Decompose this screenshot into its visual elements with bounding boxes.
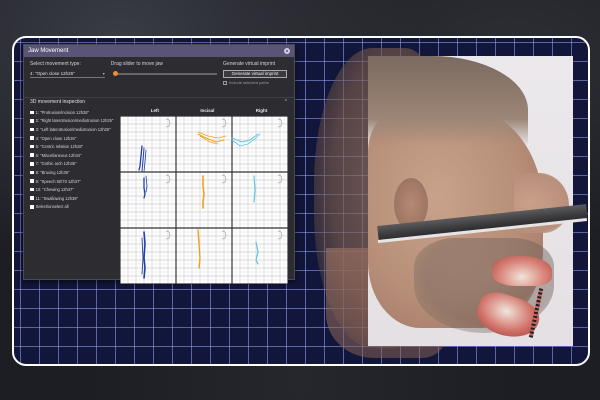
slider-label: Drag slider to move jaw: [110, 61, 164, 67]
list-item[interactable]: 9: "Speech 50/70 12h37": [30, 177, 120, 186]
movement-label: 6: "Miscellaneous 12h34": [35, 152, 82, 158]
include-paths-checkbox[interactable]: [223, 80, 228, 85]
select-all-checkbox[interactable]: [30, 205, 34, 209]
upper-teeth-model: [492, 256, 552, 286]
select-all-row[interactable]: Select/unselect all: [30, 203, 120, 212]
column-incisal: Incisal: [200, 108, 215, 113]
movement-trace: [197, 229, 201, 269]
movement-trace: [253, 175, 256, 203]
movement-label: 2: "Right laterotrusion/mediotrusion 12h…: [35, 118, 114, 124]
gear-icon[interactable]: [284, 48, 290, 54]
column-left: Left: [150, 108, 159, 113]
include-paths-row[interactable]: Include selected paths: [223, 80, 288, 85]
movement-checkbox[interactable]: [30, 196, 34, 201]
movement-type-select[interactable]: 4: "Open close 12h26" ▾: [30, 70, 105, 78]
column-right: Right: [255, 108, 268, 113]
movement-checkbox[interactable]: [30, 179, 34, 183]
list-item[interactable]: 8: "Bruxing 12h36": [30, 168, 120, 177]
list-item[interactable]: 4: "Open close 12h26": [30, 134, 120, 143]
movement-checkbox[interactable]: [30, 127, 34, 132]
list-item[interactable]: 5: "Centric relation 12h28": [30, 142, 120, 151]
movement-label: 3: "Left laterotrusion/mediotrusion 12h2…: [35, 126, 111, 132]
trace-plot-grid[interactable]: [120, 116, 288, 284]
movement-label: 11: "Swallowing 12h39": [35, 195, 79, 201]
movement-label: 4: "Open close 12h26": [35, 135, 77, 141]
movement-checkbox[interactable]: [30, 144, 34, 149]
movement-type-group: Select movement type: 4: "Open close 12h…: [30, 61, 105, 95]
movement-type-label: Select movement type:: [30, 61, 81, 67]
list-item[interactable]: 7: "Gothic arch 12h36": [30, 160, 120, 169]
movement-checkbox[interactable]: [30, 110, 34, 115]
movement-label: 7: "Gothic arch 12h36": [35, 161, 77, 167]
movement-label: 9: "Speech 50/70 12h37": [35, 178, 81, 184]
inspection-header[interactable]: 3D movement inspection ⌃: [24, 97, 294, 106]
movement-label: 10: "Chewing 12h37": [35, 187, 74, 193]
chevron-up-icon[interactable]: ⌃: [284, 99, 288, 105]
select-all-label: Select/unselect all: [35, 204, 69, 210]
slider-track[interactable]: [113, 73, 218, 75]
movement-checkbox[interactable]: [30, 136, 34, 140]
inspection-body: 1: "Protrusion/incision 12h28" 2: "Right…: [24, 106, 294, 286]
jaw-slider[interactable]: [111, 70, 219, 78]
movement-checkbox[interactable]: [30, 187, 34, 192]
list-item[interactable]: 2: "Right laterotrusion/mediotrusion 12h…: [30, 117, 120, 126]
movement-checkbox[interactable]: [30, 153, 34, 158]
controls-row: Select movement type: 4: "Open close 12h…: [24, 57, 294, 95]
movement-trace: [255, 241, 259, 265]
window-titlebar[interactable]: Jaw Movement: [24, 45, 294, 57]
list-item[interactable]: 11: "Swallowing 12h39": [30, 194, 120, 203]
movement-type-value: 4: "Open close 12h26": [30, 71, 75, 76]
movement-label: 1: "Protrusion/incision 12h28": [35, 109, 90, 115]
list-item[interactable]: 10: "Chewing 12h37": [30, 185, 120, 194]
movement-label: 5: "Centric relation 12h28": [35, 144, 84, 150]
window-title: Jaw Movement: [28, 48, 69, 54]
movement-trace: [141, 147, 145, 172]
slider-thumb[interactable]: [112, 71, 118, 76]
generate-imprint-button[interactable]: Generate virtual imprint: [223, 70, 288, 78]
trace-column-headers: Left Incisal Right: [120, 108, 288, 116]
jaw-slider-group: Drag slider to move jaw: [105, 61, 219, 95]
movement-checkbox[interactable]: [30, 170, 34, 175]
movement-checkbox[interactable]: [30, 119, 34, 123]
trace-grid-area: Left Incisal Right: [120, 108, 288, 284]
inspection-title: 3D movement inspection: [30, 99, 86, 105]
imprint-label: Generate virtual imprint: [223, 61, 276, 67]
jaw-movement-window: Jaw Movement Select movement type: 4: "O…: [23, 44, 295, 284]
list-item[interactable]: 3: "Left laterotrusion/mediotrusion 12h2…: [30, 125, 120, 134]
movement-trace: [138, 145, 143, 171]
include-paths-label: Include selected paths: [229, 80, 269, 85]
list-item[interactable]: 1: "Protrusion/incision 12h28": [30, 108, 120, 117]
movement-checkbox[interactable]: [30, 162, 34, 166]
movement-label: 8: "Bruxing 12h36": [35, 169, 70, 175]
movement-list: 1: "Protrusion/incision 12h28" 2: "Right…: [30, 108, 120, 284]
movement-trace: [143, 231, 146, 279]
imprint-group: Generate virtual imprint Generate virtua…: [219, 61, 288, 95]
list-item[interactable]: 6: "Miscellaneous 12h34": [30, 151, 120, 160]
visualization-frame: Jaw Movement Select movement type: 4: "O…: [12, 36, 590, 366]
movement-trace: [143, 149, 147, 173]
